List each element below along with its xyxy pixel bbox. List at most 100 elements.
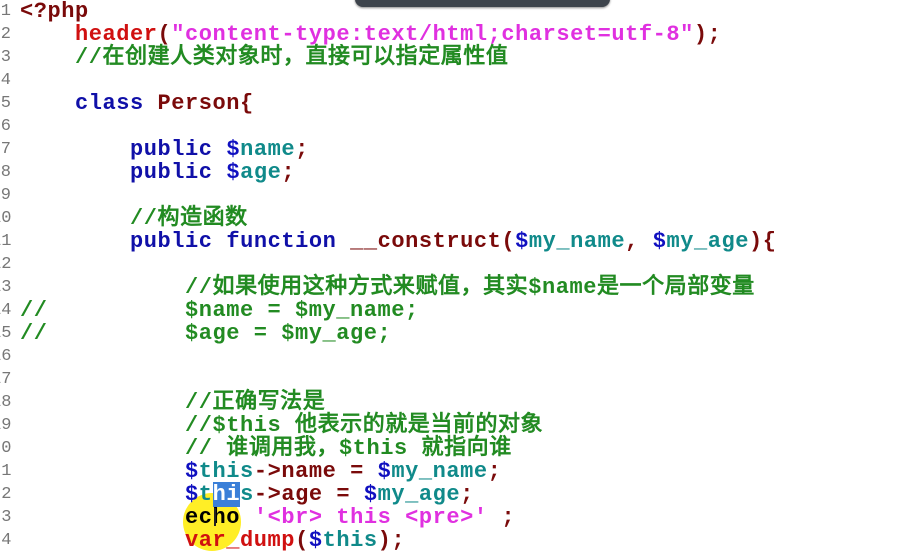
line-number: 21 — [0, 462, 12, 481]
code-token: //$this 他表示的就是当前的对象 — [185, 413, 544, 438]
code-token: '<br> this <pre>' — [253, 505, 488, 530]
code-token: ; — [460, 482, 474, 507]
line-number: 22 — [0, 485, 12, 504]
code-line[interactable]: echo '<br> this <pre>' ; — [20, 506, 776, 529]
line-number: 14 — [0, 301, 12, 320]
code-token: public — [130, 137, 213, 162]
line-number: 15 — [0, 324, 12, 343]
text-selection: hi — [212, 482, 241, 507]
code-line[interactable]: <?php — [20, 0, 776, 23]
code-line[interactable]: $this->name = $my_name; — [20, 460, 776, 483]
code-token: echo — [185, 505, 241, 530]
code-line[interactable] — [20, 184, 776, 207]
line-number: 13 — [0, 278, 12, 297]
code-token: ); — [377, 528, 406, 553]
line-number: 19 — [0, 416, 12, 435]
code-token: ->age = — [253, 482, 364, 507]
line-number: 3 — [0, 48, 11, 67]
code-line[interactable]: $this->age = $my_age; — [20, 482, 776, 507]
line-number: 17 — [0, 370, 12, 389]
code-token: //在创建人类对象时，直接可以指定属性值 — [75, 45, 509, 70]
code-line[interactable]: //在创建人类对象时，直接可以指定属性值 — [20, 46, 776, 69]
code-token: header — [75, 22, 158, 47]
code-token: ; — [487, 459, 502, 484]
line-number: 1 — [0, 2, 11, 21]
code-token: // 谁调用我，$this 就指向谁 — [185, 436, 512, 461]
code-token: public — [130, 160, 213, 185]
code-line[interactable]: // $age = $my_age; — [20, 322, 776, 345]
code-token: my_name — [528, 229, 626, 254]
line-number-gutter: 123456789101112131415161718192021222324 — [0, 0, 11, 552]
code-token: name — [240, 137, 296, 162]
code-line[interactable]: //正确写法是 — [20, 391, 776, 414]
code-token: Person{ — [157, 91, 254, 116]
code-token: ; — [487, 505, 516, 530]
code-token: var_dump — [185, 528, 296, 553]
code-token: s — [240, 482, 254, 507]
code-token: $ — [377, 459, 392, 484]
line-number: 23 — [0, 508, 12, 527]
code-token: my_name — [391, 459, 488, 484]
line-number: 18 — [0, 393, 12, 412]
code-line[interactable] — [20, 368, 776, 391]
line-number: 24 — [0, 531, 12, 550]
code-editor[interactable]: <?php header("content-type:text/html;cha… — [20, 0, 776, 552]
code-line[interactable]: //如果使用这种方式来赋值，其实$name是一个局部变量 — [20, 276, 776, 299]
line-number: 16 — [0, 347, 12, 366]
line-number: 9 — [0, 186, 11, 205]
code-line[interactable]: //构造函数 — [20, 207, 776, 230]
code-line[interactable] — [20, 253, 776, 276]
line-number: 10 — [0, 209, 12, 228]
line-number: 7 — [0, 140, 11, 159]
code-token: $ — [226, 137, 241, 162]
code-token: age — [240, 160, 282, 185]
code-token: class — [75, 91, 144, 116]
code-line[interactable] — [20, 69, 776, 92]
line-number: 8 — [0, 163, 11, 182]
code-token: this — [198, 459, 254, 484]
code-token: this — [322, 528, 378, 553]
code-line[interactable]: public $name; — [20, 138, 776, 161]
code-token: $ — [226, 160, 241, 185]
line-number: 5 — [0, 94, 11, 113]
code-line[interactable]: header("content-type:text/html;charset=u… — [20, 23, 776, 46]
code-line[interactable]: // $name = $my_name; — [20, 299, 776, 322]
code-line[interactable]: var_dump($this); — [20, 529, 776, 552]
code-token: // $age = $my_age; — [20, 321, 392, 346]
code-token: $ — [515, 229, 529, 254]
code-token: $ — [185, 482, 199, 507]
code-line[interactable] — [20, 115, 776, 138]
code-token: ( — [157, 22, 172, 47]
code-token: ->name = — [253, 459, 378, 484]
code-token: ){ — [748, 229, 777, 254]
line-number: 20 — [0, 439, 12, 458]
code-token: ); — [693, 22, 722, 47]
code-token: $ — [308, 528, 323, 553]
code-line[interactable]: //$this 他表示的就是当前的对象 — [20, 414, 776, 437]
code-token: //如果使用这种方式来赋值，其实$name是一个局部变量 — [185, 275, 755, 300]
code-line[interactable]: public function __construct($my_name, $m… — [20, 230, 776, 253]
code-line[interactable] — [20, 345, 776, 368]
code-token: __construct( — [350, 229, 516, 254]
code-line[interactable]: // 谁调用我，$this 就指向谁 — [20, 437, 776, 460]
code-line[interactable]: public $age; — [20, 161, 776, 184]
code-token: t — [198, 482, 213, 507]
code-line[interactable]: class Person{ — [20, 92, 776, 115]
code-token: //正确写法是 — [185, 390, 326, 415]
